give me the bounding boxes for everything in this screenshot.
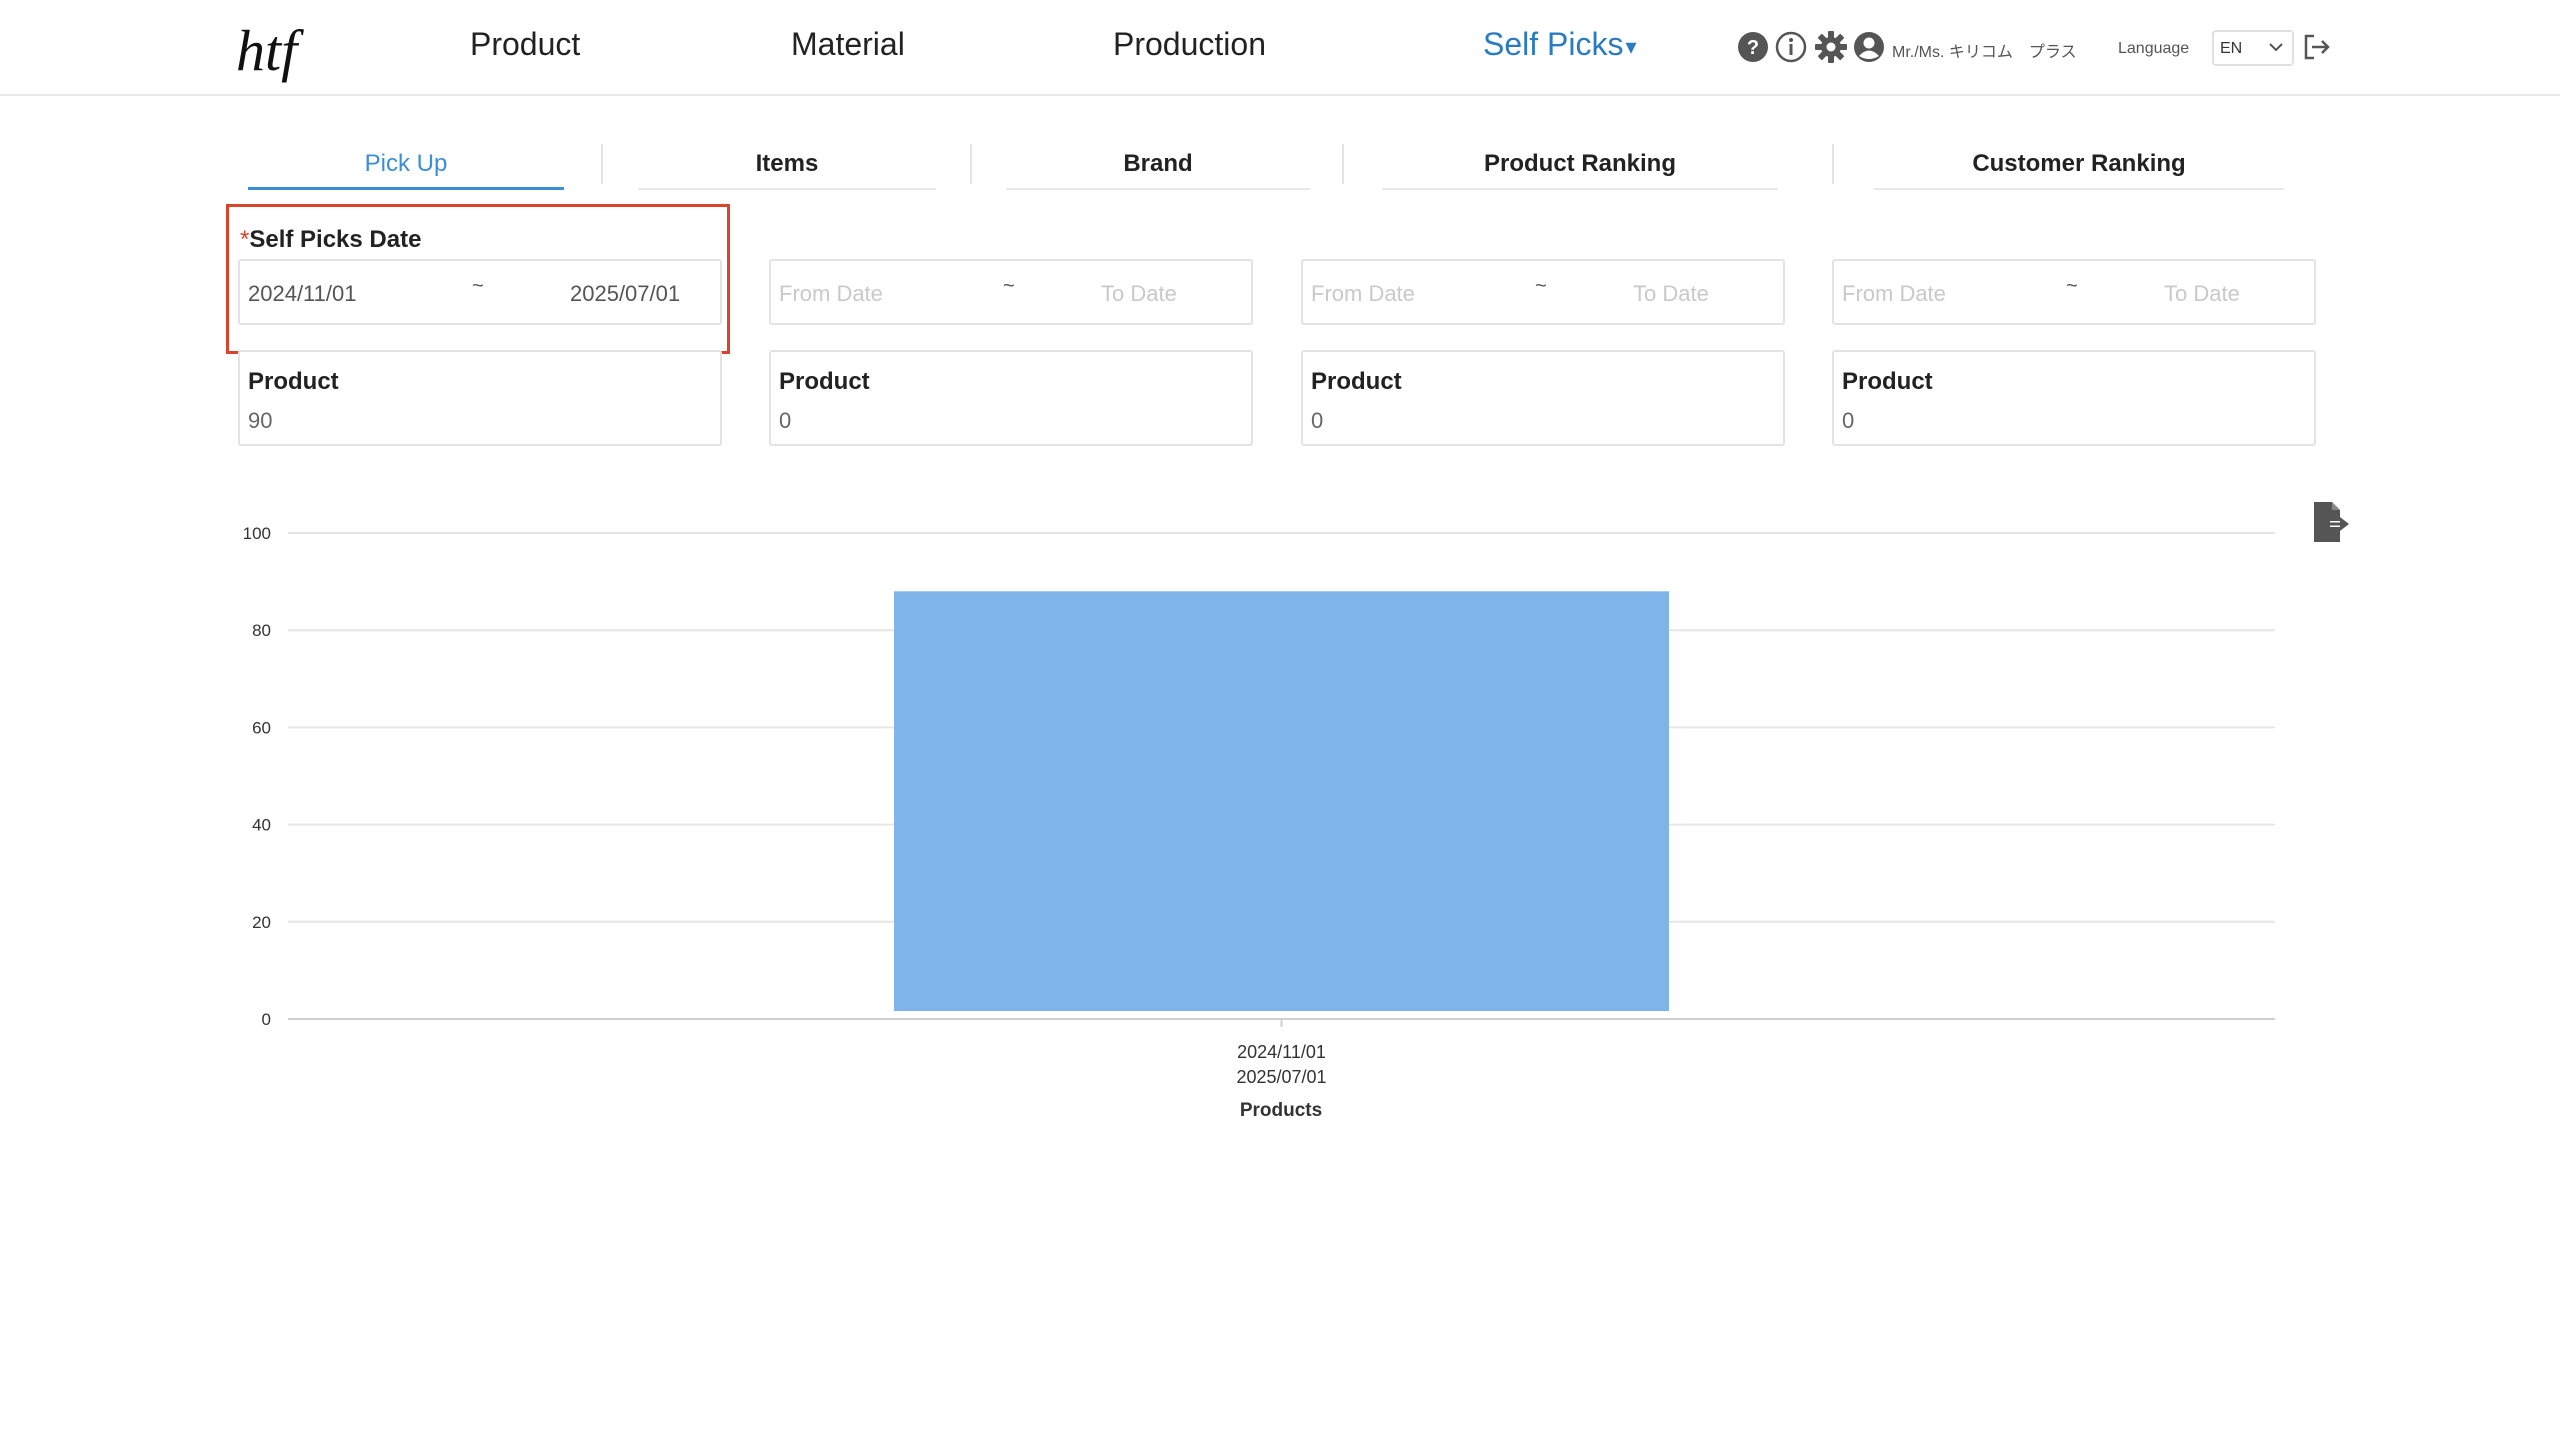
- range-tilde: ~: [2066, 275, 2078, 297]
- self-picks-date-label: *Self Picks Date: [240, 226, 421, 254]
- x-axis-title: Products: [1240, 1100, 1322, 1121]
- to-date-input[interactable]: [1101, 281, 1251, 307]
- from-date-input[interactable]: [779, 281, 929, 307]
- chart-bar[interactable]: [894, 591, 1669, 1011]
- x-axis-labels: 2024/11/01 2025/07/01: [1236, 1019, 1327, 1087]
- product-count-label: Product: [779, 368, 870, 395]
- tab-product-ranking[interactable]: Product Ranking: [1382, 150, 1778, 190]
- tab-divider: [970, 144, 972, 184]
- nav-product[interactable]: Product: [470, 26, 580, 63]
- date-range-4: ~: [1832, 259, 2316, 325]
- top-header: htf Product Material Production Self Pic…: [0, 0, 2560, 96]
- from-date-value[interactable]: 2024/11/01: [248, 281, 356, 307]
- caret-down-icon: ▾: [1625, 33, 1637, 59]
- gear-icon[interactable]: [1814, 30, 1848, 64]
- logo-text: htf: [236, 18, 304, 83]
- export-file-icon[interactable]: [2308, 500, 2352, 544]
- product-count-value: 0: [779, 408, 792, 433]
- y-tick-label: 80: [252, 621, 271, 640]
- date-range-1: 2024/11/01 ~ 2025/07/01: [238, 259, 722, 325]
- nav-production[interactable]: Production: [1113, 26, 1266, 63]
- product-count-card-2: Product 0: [769, 350, 1253, 446]
- to-date-input[interactable]: [2164, 281, 2314, 307]
- from-date-input[interactable]: [1311, 281, 1461, 307]
- y-tick-label: 100: [243, 524, 271, 543]
- nav-self-picks[interactable]: Self Picks▾: [1483, 26, 1637, 63]
- y-tick-label: 20: [252, 913, 271, 932]
- tab-divider: [1832, 144, 1834, 184]
- tab-items[interactable]: Items: [638, 150, 936, 190]
- language-label: Language: [2118, 40, 2190, 57]
- tab-pick-up[interactable]: Pick Up: [248, 150, 564, 190]
- svg-text:?: ?: [1747, 37, 1759, 59]
- y-tick-label: 0: [262, 1010, 271, 1029]
- self-picks-date-text: Self Picks Date: [249, 226, 422, 253]
- y-tick-label: 40: [252, 816, 271, 835]
- brand-logo[interactable]: htf: [232, 8, 312, 88]
- tab-divider: [601, 144, 603, 184]
- user-icon[interactable]: [1852, 30, 1886, 64]
- language-select[interactable]: EN: [2212, 30, 2294, 66]
- y-axis-ticks: 0 20 40 60 80 100: [243, 524, 271, 1029]
- x-tick-label: 2024/11/01: [1237, 1042, 1326, 1062]
- chart-bars: [894, 591, 1669, 1011]
- help-icon[interactable]: ?: [1736, 30, 1770, 64]
- product-count-label: Product: [1311, 368, 1402, 395]
- to-date-input[interactable]: [1633, 281, 1783, 307]
- range-tilde: ~: [1003, 275, 1015, 297]
- date-range-2: ~: [769, 259, 1253, 325]
- tab-brand[interactable]: Brand: [1006, 150, 1310, 190]
- from-date-input[interactable]: [1842, 281, 1992, 307]
- product-count-card-3: Product 0: [1301, 350, 1785, 446]
- chevron-down-icon: [2269, 43, 2283, 52]
- product-count-label: Product: [248, 368, 339, 395]
- user-name: Mr./Ms. キリコム プラス: [1892, 44, 2077, 61]
- to-date-value[interactable]: 2025/07/01: [570, 281, 680, 307]
- product-count-value: 0: [1842, 408, 1855, 433]
- range-tilde: ~: [472, 275, 484, 297]
- nav-self-picks-label: Self Picks: [1483, 26, 1624, 62]
- required-mark: *: [240, 226, 250, 253]
- tab-divider: [1342, 144, 1344, 184]
- product-count-value: 90: [248, 408, 273, 433]
- product-count-value: 0: [1311, 408, 1324, 433]
- info-icon[interactable]: [1774, 30, 1808, 64]
- range-tilde: ~: [1535, 275, 1547, 297]
- nav-material[interactable]: Material: [791, 26, 905, 63]
- language-value: EN: [2220, 40, 2243, 57]
- tab-customer-ranking[interactable]: Customer Ranking: [1874, 150, 2284, 190]
- y-tick-label: 60: [252, 718, 271, 737]
- product-count-card-1: Product 90: [238, 350, 722, 446]
- product-count-card-4: Product 0: [1832, 350, 2316, 446]
- x-tick-label: 2025/07/01: [1236, 1067, 1326, 1087]
- date-range-3: ~: [1301, 259, 1785, 325]
- product-count-label: Product: [1842, 368, 1933, 395]
- logout-icon[interactable]: [2300, 30, 2334, 64]
